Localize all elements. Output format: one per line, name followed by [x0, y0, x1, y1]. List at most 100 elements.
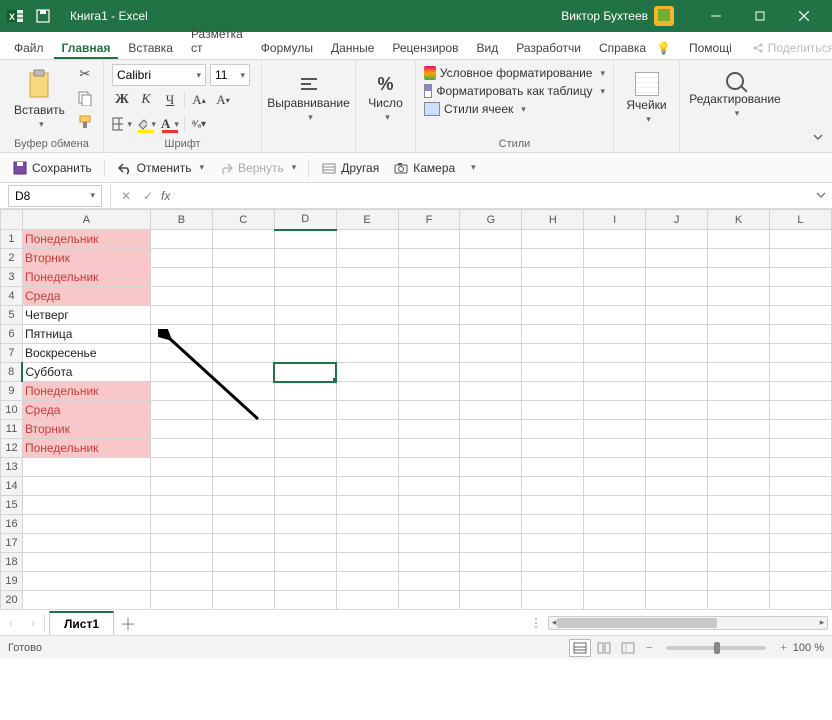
- cell-G13[interactable]: [460, 458, 522, 477]
- conditional-formatting-button[interactable]: Условное форматирование▾: [424, 64, 605, 82]
- alignment-button[interactable]: Выравнивание ▾: [270, 64, 347, 125]
- cell-I19[interactable]: [584, 572, 646, 591]
- row-header-15[interactable]: 15: [1, 496, 23, 515]
- cells-button[interactable]: Ячейки ▾: [622, 64, 671, 127]
- row-header-20[interactable]: 20: [1, 591, 23, 610]
- cell-H11[interactable]: [522, 420, 584, 439]
- row-header-6[interactable]: 6: [1, 325, 23, 344]
- font-size-combo[interactable]: 11▾: [210, 64, 250, 86]
- row-header-18[interactable]: 18: [1, 553, 23, 572]
- cell-B10[interactable]: [150, 401, 212, 420]
- cell-I9[interactable]: [584, 382, 646, 401]
- cell-I11[interactable]: [584, 420, 646, 439]
- cell-D3[interactable]: [274, 268, 336, 287]
- cell-A3[interactable]: Понедельник: [22, 268, 150, 287]
- cell-K4[interactable]: [708, 287, 770, 306]
- cell-J13[interactable]: [646, 458, 708, 477]
- cell-H13[interactable]: [522, 458, 584, 477]
- cell-L9[interactable]: [769, 382, 831, 401]
- expand-formula-bar-icon[interactable]: [810, 187, 832, 205]
- row-header-11[interactable]: 11: [1, 420, 23, 439]
- cell-I13[interactable]: [584, 458, 646, 477]
- cell-D17[interactable]: [274, 534, 336, 553]
- cell-G15[interactable]: [460, 496, 522, 515]
- cell-J8[interactable]: [646, 363, 708, 382]
- cell-B7[interactable]: [150, 344, 212, 363]
- cell-F9[interactable]: [398, 382, 460, 401]
- cell-B2[interactable]: [150, 249, 212, 268]
- cell-B12[interactable]: [150, 439, 212, 458]
- cell-I10[interactable]: [584, 401, 646, 420]
- qat-customize-icon[interactable]: ▾: [471, 162, 476, 173]
- sheet-tab[interactable]: Лист1: [49, 611, 114, 635]
- col-header-D[interactable]: D: [274, 210, 336, 230]
- cell-B18[interactable]: [150, 553, 212, 572]
- cell-K16[interactable]: [708, 515, 770, 534]
- cell-H8[interactable]: [522, 363, 584, 382]
- save-icon[interactable]: [34, 7, 52, 25]
- cell-K9[interactable]: [708, 382, 770, 401]
- cell-K15[interactable]: [708, 496, 770, 515]
- cell-D1[interactable]: [274, 230, 336, 249]
- cell-C16[interactable]: [212, 515, 274, 534]
- cell-E15[interactable]: [336, 496, 398, 515]
- help-search[interactable]: Помощі: [681, 37, 740, 59]
- tab-рецензиров[interactable]: Рецензиров: [384, 37, 466, 59]
- row-header-14[interactable]: 14: [1, 477, 23, 496]
- cell-I5[interactable]: [584, 306, 646, 325]
- cell-C14[interactable]: [212, 477, 274, 496]
- cell-K19[interactable]: [708, 572, 770, 591]
- cell-E10[interactable]: [336, 401, 398, 420]
- cell-B17[interactable]: [150, 534, 212, 553]
- cell-F5[interactable]: [398, 306, 460, 325]
- cell-K11[interactable]: [708, 420, 770, 439]
- cell-A19[interactable]: [22, 572, 150, 591]
- cell-A2[interactable]: Вторник: [22, 249, 150, 268]
- col-header-F[interactable]: F: [398, 210, 460, 230]
- cell-C4[interactable]: [212, 287, 274, 306]
- cell-K1[interactable]: [708, 230, 770, 249]
- tab-формулы[interactable]: Формулы: [253, 37, 321, 59]
- col-header-C[interactable]: C: [212, 210, 274, 230]
- cell-I3[interactable]: [584, 268, 646, 287]
- cell-D12[interactable]: [274, 439, 336, 458]
- editing-button[interactable]: Редактирование ▾: [688, 64, 782, 121]
- cell-A7[interactable]: Воскресенье: [22, 344, 150, 363]
- cell-C6[interactable]: [212, 325, 274, 344]
- cell-F20[interactable]: [398, 591, 460, 610]
- redo-button[interactable]: Вернуть▾: [214, 159, 300, 177]
- cell-F6[interactable]: [398, 325, 460, 344]
- cell-G20[interactable]: [460, 591, 522, 610]
- decrease-font-icon[interactable]: A▾: [213, 90, 233, 110]
- cell-B4[interactable]: [150, 287, 212, 306]
- cell-B5[interactable]: [150, 306, 212, 325]
- cell-K12[interactable]: [708, 439, 770, 458]
- cell-J14[interactable]: [646, 477, 708, 496]
- cell-J18[interactable]: [646, 553, 708, 572]
- cell-H9[interactable]: [522, 382, 584, 401]
- cell-E13[interactable]: [336, 458, 398, 477]
- user-account[interactable]: Виктор Бухтеев: [561, 6, 674, 26]
- cell-styles-button[interactable]: Стили ячеек▾: [424, 100, 605, 118]
- cell-J12[interactable]: [646, 439, 708, 458]
- undo-button[interactable]: Отменить▾: [113, 159, 208, 177]
- cell-I20[interactable]: [584, 591, 646, 610]
- minimize-button[interactable]: [694, 0, 738, 32]
- cell-K20[interactable]: [708, 591, 770, 610]
- cell-D13[interactable]: [274, 458, 336, 477]
- cell-H17[interactable]: [522, 534, 584, 553]
- cell-L17[interactable]: [769, 534, 831, 553]
- col-header-K[interactable]: K: [708, 210, 770, 230]
- cell-E19[interactable]: [336, 572, 398, 591]
- cell-D20[interactable]: [274, 591, 336, 610]
- cell-G18[interactable]: [460, 553, 522, 572]
- cell-G2[interactable]: [460, 249, 522, 268]
- cell-E12[interactable]: [336, 439, 398, 458]
- col-header-E[interactable]: E: [336, 210, 398, 230]
- row-header-13[interactable]: 13: [1, 458, 23, 477]
- page-layout-view-icon[interactable]: [593, 639, 615, 657]
- col-header-G[interactable]: G: [460, 210, 522, 230]
- cell-G7[interactable]: [460, 344, 522, 363]
- cell-H2[interactable]: [522, 249, 584, 268]
- cell-E6[interactable]: [336, 325, 398, 344]
